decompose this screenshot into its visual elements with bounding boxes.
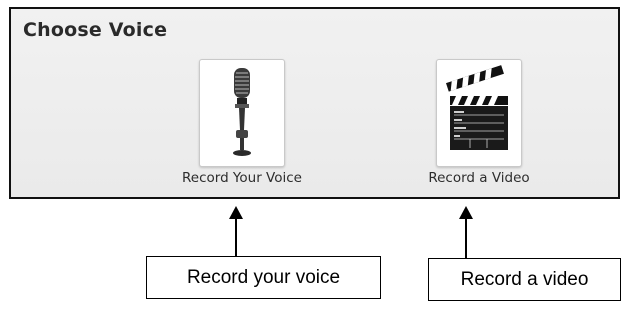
choose-voice-panel: Choose Voice Record Your Voice Record a … (9, 7, 620, 199)
arrow-shaft (235, 218, 237, 256)
record-voice-option[interactable]: Record Your Voice (172, 59, 312, 199)
record-voice-label[interactable]: Record Your Voice (172, 170, 312, 186)
record-video-option[interactable]: Record a Video (409, 59, 549, 199)
record-video-button[interactable] (436, 59, 522, 167)
record-voice-button[interactable] (199, 59, 285, 167)
microphone-icon (233, 68, 251, 156)
clapperboard-icon (446, 65, 508, 150)
callout-record-video: Record a video (428, 258, 621, 301)
callout-record-voice: Record your voice (146, 256, 381, 299)
arrow-up-voice (229, 206, 243, 256)
arrow-up-video (459, 206, 473, 258)
record-video-label[interactable]: Record a Video (409, 170, 549, 186)
panel-title: Choose Voice (23, 19, 168, 41)
arrow-shaft (465, 218, 467, 258)
